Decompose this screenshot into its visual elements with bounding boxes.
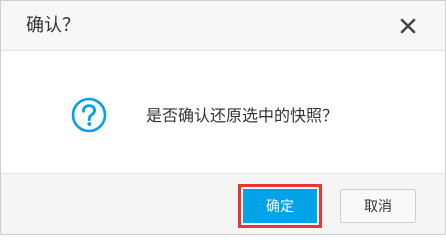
confirm-dialog: 确认？ 是否确认还原选中的快照？ 确定 取消 [0,0,446,235]
close-icon[interactable] [399,17,417,35]
dialog-message: 是否确认还原选中的快照？ [146,106,339,125]
confirm-button[interactable]: 确定 [243,189,317,223]
question-circle-icon [71,97,107,133]
dialog-titlebar: 确认？ [1,1,445,51]
dialog-footer: 确定 取消 [1,173,445,234]
dialog-title: 确认？ [26,15,80,36]
cancel-button[interactable]: 取消 [340,189,416,223]
dialog-body: 是否确认还原选中的快照？ [1,51,445,173]
